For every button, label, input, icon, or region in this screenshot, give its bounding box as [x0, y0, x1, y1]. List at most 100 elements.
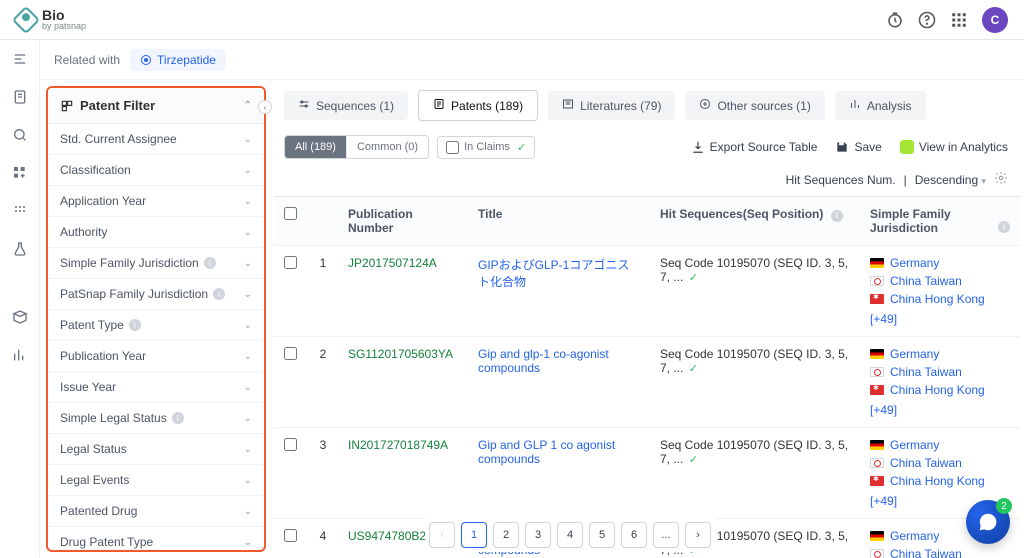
filter-item[interactable]: Std. Current Assignee⌄ [48, 124, 264, 155]
filter-item[interactable]: Authority⌄ [48, 217, 264, 248]
box-icon[interactable] [11, 308, 29, 326]
jurisdiction-link[interactable]: China Hong Kong [870, 474, 1010, 488]
save-button[interactable]: Save [835, 140, 881, 154]
related-tag-label: Tirzepatide [157, 53, 216, 67]
jurisdiction-link[interactable]: China Hong Kong [870, 292, 1010, 306]
info-icon[interactable]: i [204, 257, 216, 269]
filter-item[interactable]: Classification⌄ [48, 155, 264, 186]
jurisdiction-more[interactable]: [+49] [870, 403, 1010, 417]
col-title[interactable]: Title [468, 197, 650, 246]
page-2[interactable]: 2 [493, 522, 519, 548]
jurisdiction-link[interactable]: Germany [870, 347, 1010, 361]
info-icon[interactable]: i [172, 412, 184, 424]
publication-link[interactable]: US9474780B2 [348, 529, 426, 543]
settings-gear-icon[interactable] [994, 171, 1008, 188]
tab-other[interactable]: Other sources (1) [685, 91, 824, 120]
title-link[interactable]: GIPおよびGLP-1コアゴニスト化合物 [478, 258, 629, 289]
tab-patents[interactable]: Patents (189) [418, 90, 538, 121]
col-publication[interactable]: Publication Number [338, 197, 468, 246]
jurisdiction-link[interactable]: China Taiwan [870, 456, 1010, 470]
filter-item[interactable]: Legal Events⌄ [48, 465, 264, 496]
row-checkbox[interactable] [284, 347, 297, 360]
flag-tw-icon [870, 276, 884, 286]
publication-link[interactable]: SG11201705603YA [348, 347, 453, 361]
select-all-checkbox[interactable] [284, 207, 297, 220]
in-claims-toggle[interactable]: In Claims ✓ [437, 136, 535, 159]
jurisdiction-link[interactable]: Germany [870, 438, 1010, 452]
help-icon[interactable] [918, 11, 936, 29]
search-icon[interactable] [11, 126, 29, 144]
row-checkbox[interactable] [284, 529, 297, 542]
filter-item[interactable]: Patent Typei⌄ [48, 310, 264, 341]
grid-plus-icon[interactable] [11, 164, 29, 182]
filter-header[interactable]: Patent Filter ⌃ [48, 88, 264, 124]
document-icon[interactable] [11, 88, 29, 106]
chevron-up-icon: ⌃ [244, 100, 252, 111]
flag-hk-icon [870, 385, 884, 395]
page-1[interactable]: 1 [461, 522, 487, 548]
publication-link[interactable]: IN201727018749A [348, 438, 448, 452]
related-tag[interactable]: Tirzepatide [130, 49, 226, 71]
page-...[interactable]: ... [653, 522, 679, 548]
row-checkbox[interactable] [284, 438, 297, 451]
jurisdiction-link[interactable]: China Taiwan [870, 547, 1010, 558]
chevron-down-icon: ⌄ [244, 227, 252, 238]
chart-icon[interactable] [11, 346, 29, 364]
jurisdiction-link[interactable]: China Taiwan [870, 365, 1010, 379]
jurisdiction-link[interactable]: China Taiwan [870, 274, 1010, 288]
filter-item[interactable]: Simple Legal Statusi⌄ [48, 403, 264, 434]
in-claims-checkbox[interactable] [446, 141, 459, 154]
filter-item[interactable]: PatSnap Family Jurisdictioni⌄ [48, 279, 264, 310]
brand-subtitle: by patsnap [42, 22, 86, 31]
chat-fab[interactable]: 2 [966, 500, 1010, 544]
page-prev[interactable]: ‹ [429, 522, 455, 548]
info-icon[interactable]: i [129, 319, 141, 331]
apps-grid-icon[interactable] [950, 11, 968, 29]
user-avatar[interactable]: C [982, 7, 1008, 33]
tab-sequences[interactable]: Sequences (1) [284, 91, 408, 120]
brand-logo[interactable]: Bio by patsnap [16, 8, 86, 31]
pill-all[interactable]: All (189) [285, 136, 347, 158]
info-icon[interactable]: i [213, 288, 225, 300]
sort-field[interactable]: Hit Sequences Num. [786, 173, 896, 187]
flask-icon[interactable] [11, 240, 29, 258]
col-jurisdiction[interactable]: Simple Family Jurisdiction i [860, 197, 1020, 246]
sort-bar: Hit Sequences Num. | Descending ▾ [274, 167, 1020, 196]
jurisdiction-link[interactable]: Germany [870, 256, 1010, 270]
filter-item[interactable]: Legal Status⌄ [48, 434, 264, 465]
results-table-wrap[interactable]: Publication Number Title Hit Sequences(S… [274, 196, 1020, 558]
title-link[interactable]: Gip and glp-1 co-agonist compounds [478, 347, 609, 375]
jurisdiction-more[interactable]: [+49] [870, 312, 1010, 326]
pill-common[interactable]: Common (0) [347, 136, 428, 158]
jurisdiction-link[interactable]: China Hong Kong [870, 383, 1010, 397]
timer-icon[interactable] [886, 11, 904, 29]
title-link[interactable]: Gip and GLP 1 co agonist compounds [478, 438, 615, 466]
filter-item[interactable]: Issue Year⌄ [48, 372, 264, 403]
filter-item[interactable]: Drug Patent Type⌄ [48, 527, 264, 550]
filter-item[interactable]: Publication Year⌄ [48, 341, 264, 372]
menu-toggle-icon[interactable] [11, 50, 29, 68]
page-3[interactable]: 3 [525, 522, 551, 548]
panel-collapse-handle[interactable]: ‹ [258, 100, 272, 114]
page-4[interactable]: 4 [557, 522, 583, 548]
info-icon[interactable]: i [831, 210, 843, 222]
tab-literatures[interactable]: Literatures (79) [548, 91, 675, 120]
dots-grid-icon[interactable] [11, 202, 29, 220]
filter-item[interactable]: Application Year⌄ [48, 186, 264, 217]
export-button[interactable]: Export Source Table [691, 140, 818, 154]
check-icon: ✓ [689, 272, 698, 284]
view-analytics-button[interactable]: View in Analytics [900, 140, 1008, 154]
page-5[interactable]: 5 [589, 522, 615, 548]
info-icon[interactable]: i [998, 221, 1010, 233]
brand-title: Bio [42, 8, 86, 22]
col-hit[interactable]: Hit Sequences(Seq Position) i [650, 197, 860, 246]
logo-icon [12, 5, 40, 33]
row-checkbox[interactable] [284, 256, 297, 269]
filter-item[interactable]: Simple Family Jurisdictioni⌄ [48, 248, 264, 279]
page-6[interactable]: 6 [621, 522, 647, 548]
sort-direction[interactable]: Descending ▾ [915, 173, 986, 187]
page-next[interactable]: › [685, 522, 711, 548]
filter-item[interactable]: Patented Drug⌄ [48, 496, 264, 527]
publication-link[interactable]: JP2017507124A [348, 256, 437, 270]
tab-analysis[interactable]: Analysis [835, 91, 926, 120]
